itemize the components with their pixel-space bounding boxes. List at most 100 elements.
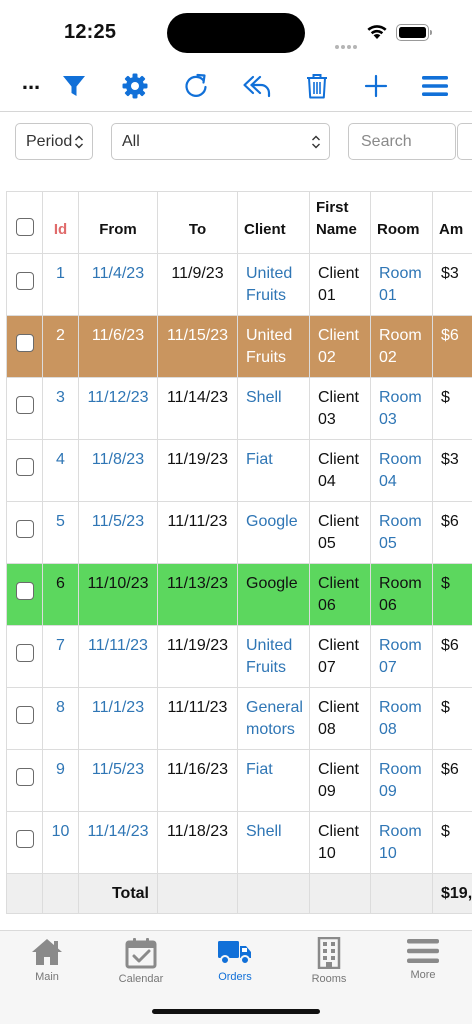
search-button[interactable] xyxy=(457,123,472,160)
client-link[interactable]: United Fruits xyxy=(246,265,292,304)
table-row[interactable]: 9 11/5/23 11/16/23 Fiat Client 09 Room 09 … xyxy=(6,749,472,812)
from-date-link[interactable]: 11/14/23 xyxy=(87,823,148,840)
reply-button[interactable] xyxy=(237,66,277,106)
room-link[interactable]: Room 09 xyxy=(379,761,422,800)
column-header-amount[interactable]: Am xyxy=(432,191,472,254)
from-date-link[interactable]: 11/4/23 xyxy=(92,265,144,282)
first-name-line1: Client xyxy=(318,389,359,406)
row-checkbox[interactable] xyxy=(15,582,34,600)
order-id-link[interactable]: 9 xyxy=(56,761,65,778)
client-line1: Shell xyxy=(246,823,282,840)
client-line1: Google xyxy=(246,513,298,530)
client-link[interactable]: Fiat xyxy=(246,761,273,778)
add-button[interactable] xyxy=(356,66,396,106)
tab-orders-label: Orders xyxy=(218,971,252,983)
room-link[interactable]: Room 06 xyxy=(379,575,422,614)
room-link[interactable]: Room 04 xyxy=(379,451,422,490)
client-link[interactable]: Google xyxy=(246,513,298,530)
search-input[interactable] xyxy=(348,123,456,160)
more-actions-button[interactable]: ... xyxy=(11,66,51,106)
row-checkbox[interactable] xyxy=(15,520,34,538)
table-row[interactable]: 10 11/14/23 11/18/23 Shell Client 10 Room… xyxy=(6,811,472,874)
order-id-link[interactable]: 7 xyxy=(56,637,65,654)
client-link[interactable]: General motors xyxy=(246,699,303,738)
room-link[interactable]: Room 08 xyxy=(379,699,422,738)
order-id-link[interactable]: 5 xyxy=(56,513,65,530)
tab-rooms-label: Rooms xyxy=(311,973,347,985)
header-first-name-line1: First xyxy=(316,199,349,216)
column-header-id[interactable]: Id xyxy=(42,191,79,254)
table-row[interactable]: 6 11/10/23 11/13/23 Google Client 06 Room… xyxy=(6,563,472,626)
period-select[interactable]: Period xyxy=(15,123,93,160)
delete-button[interactable] xyxy=(297,66,337,106)
menu-button[interactable] xyxy=(415,66,455,106)
scope-select[interactable]: All xyxy=(111,123,330,160)
order-id-link[interactable]: 8 xyxy=(56,699,65,716)
from-date-link[interactable]: 11/5/23 xyxy=(92,761,144,778)
tab-rooms[interactable]: Rooms xyxy=(282,937,376,989)
from-date-link[interactable]: 11/5/23 xyxy=(92,513,144,530)
refresh-button[interactable] xyxy=(176,66,216,106)
from-date-link[interactable]: 11/10/23 xyxy=(87,575,148,592)
filter-button[interactable] xyxy=(54,66,94,106)
room-link[interactable]: Room 01 xyxy=(379,265,422,304)
from-date-link[interactable]: 11/12/23 xyxy=(87,389,148,406)
table-row[interactable]: 2 11/6/23 11/15/23 United Fruits Client 02… xyxy=(6,315,472,378)
room-link[interactable]: Room 03 xyxy=(379,389,422,428)
row-checkbox[interactable] xyxy=(15,272,34,290)
row-checkbox[interactable] xyxy=(15,458,34,476)
to-date: 11/15/23 xyxy=(157,315,238,378)
row-checkbox[interactable] xyxy=(15,644,34,662)
table-row[interactable]: 7 11/11/23 11/19/23 United Fruits Client 0… xyxy=(6,625,472,688)
column-header-first-name[interactable]: First Name xyxy=(309,191,371,254)
tab-orders[interactable]: Orders xyxy=(188,937,282,989)
table-row[interactable]: 1 11/4/23 11/9/23 United Fruits Client 01 … xyxy=(6,253,472,316)
tab-calendar[interactable]: Calendar xyxy=(94,937,188,989)
client-link[interactable]: United Fruits xyxy=(246,327,292,366)
first-name-line1: Client xyxy=(318,513,359,530)
from-date-link[interactable]: 11/11/23 xyxy=(88,637,148,654)
first-name-line2: 06 xyxy=(318,597,336,614)
from-date-link[interactable]: 11/1/23 xyxy=(92,699,144,716)
select-all-checkbox[interactable] xyxy=(15,218,34,236)
client-link[interactable]: Shell xyxy=(246,823,282,840)
client-link[interactable]: Shell xyxy=(246,389,282,406)
order-id-link[interactable]: 1 xyxy=(56,265,65,282)
client-line1: United xyxy=(246,637,293,654)
tab-main[interactable]: Main xyxy=(0,937,94,989)
room-line2: 05 xyxy=(379,535,397,552)
table-row[interactable]: 5 11/5/23 11/11/23 Google Client 05 Room 0… xyxy=(6,501,472,564)
tab-main-label: Main xyxy=(35,971,59,983)
home-icon xyxy=(32,939,62,965)
room-link[interactable]: Room 05 xyxy=(379,513,422,552)
order-id-link[interactable]: 2 xyxy=(56,327,65,344)
column-header-to[interactable]: To xyxy=(157,191,238,254)
order-id-link[interactable]: 4 xyxy=(56,451,65,468)
order-id-link[interactable]: 3 xyxy=(56,389,65,406)
row-checkbox[interactable] xyxy=(15,706,34,724)
table-row[interactable]: 8 11/1/23 11/11/23 General motors Client 0… xyxy=(6,687,472,750)
row-checkbox[interactable] xyxy=(15,830,34,848)
order-id-link[interactable]: 6 xyxy=(56,575,65,592)
building-icon xyxy=(317,937,341,969)
column-header-client[interactable]: Client xyxy=(237,191,310,254)
row-checkbox[interactable] xyxy=(15,334,34,352)
tab-more[interactable]: More xyxy=(376,937,470,989)
settings-button[interactable] xyxy=(115,66,155,106)
client-link[interactable]: United Fruits xyxy=(246,637,292,676)
column-header-from[interactable]: From xyxy=(78,191,158,254)
row-select-cell xyxy=(6,501,43,564)
client-link[interactable]: Google xyxy=(246,575,298,592)
from-date-link[interactable]: 11/6/23 xyxy=(92,327,144,344)
table-row[interactable]: 4 11/8/23 11/19/23 Fiat Client 04 Room 04 … xyxy=(6,439,472,502)
room-link[interactable]: Room 07 xyxy=(379,637,422,676)
from-date-link[interactable]: 11/8/23 xyxy=(92,451,144,468)
table-row[interactable]: 3 11/12/23 11/14/23 Shell Client 03 Room 0… xyxy=(6,377,472,440)
column-header-room[interactable]: Room xyxy=(370,191,433,254)
room-link[interactable]: Room 10 xyxy=(379,823,422,862)
order-id-link[interactable]: 10 xyxy=(52,823,70,840)
row-checkbox[interactable] xyxy=(15,396,34,414)
row-checkbox[interactable] xyxy=(15,768,34,786)
client-link[interactable]: Fiat xyxy=(246,451,273,468)
room-link[interactable]: Room 02 xyxy=(379,327,422,366)
